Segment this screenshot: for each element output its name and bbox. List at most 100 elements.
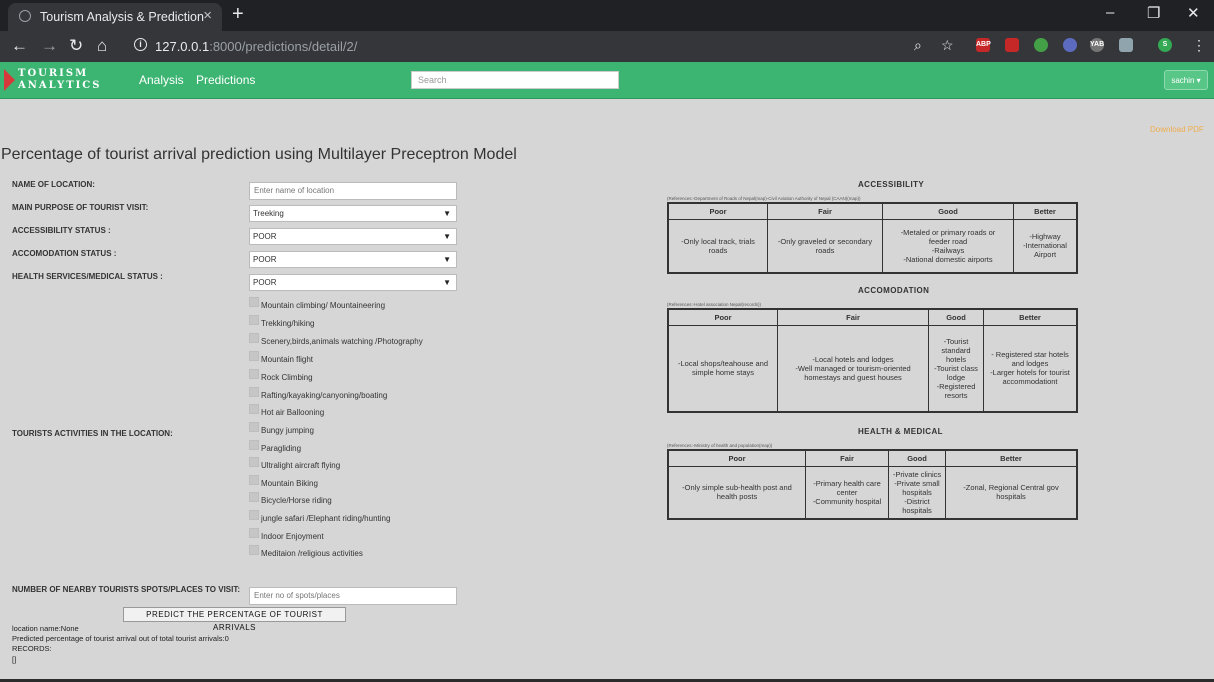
col-header: Fair [767, 202, 883, 220]
activity-checkbox[interactable] [249, 297, 259, 307]
location-label: NAME OF LOCATION: [12, 180, 95, 189]
col-header: Poor [667, 308, 778, 326]
home-icon[interactable]: ⌂ [97, 36, 107, 56]
accomodation-select[interactable]: POOR ▼ [249, 251, 457, 268]
col-header: Fair [777, 308, 929, 326]
result-location: location name:None [12, 624, 79, 633]
col-header: Better [1013, 202, 1078, 220]
table-cell: -Only graveled or secondary roads [767, 219, 883, 273]
activity-label: Scenery,birds,animals watching /Photogra… [261, 337, 423, 346]
new-tab-button[interactable]: + [232, 3, 244, 26]
col-header: Poor [667, 202, 768, 220]
result-records-value: [] [12, 655, 17, 664]
info-icon[interactable]: i [134, 38, 147, 51]
activity-checkbox[interactable] [249, 545, 259, 555]
activity-checkbox[interactable] [249, 457, 259, 467]
activity-checkbox[interactable] [249, 422, 259, 432]
activity-checkbox[interactable] [249, 492, 259, 502]
spots-input[interactable]: Enter no of spots/places [249, 587, 457, 605]
zoom-icon[interactable]: ⌕ [914, 37, 922, 54]
predict-button[interactable]: PREDICT THE PERCENTAGE OF TOURIST ARRIVA… [123, 607, 346, 632]
minimize-button[interactable]: – [1106, 4, 1114, 21]
accessibility-table: Poor Fair Good Better -Only local track,… [667, 202, 1078, 274]
bookmark-star-icon[interactable]: ☆ [941, 37, 954, 54]
table-cell: - Registered star hotels and lodges -Large… [983, 325, 1078, 412]
table-cell: -Zonal, Regional Central gov hospitals [945, 466, 1078, 519]
dropdown-arrow-icon: ▼ [443, 232, 451, 241]
browser-tab[interactable]: Tourism Analysis & Prediction × [8, 3, 222, 31]
page-title: Percentage of tourist arrival prediction… [1, 146, 517, 163]
activity-label: Ultralight aircraft flying [261, 461, 341, 470]
activity-checkbox[interactable] [249, 528, 259, 538]
reload-icon[interactable]: ↻ [69, 36, 83, 56]
logo-line1: TOURISM [18, 68, 89, 79]
col-header: Poor [667, 449, 806, 467]
accomodation-reference: (References:-Hotel association Nepal(rec… [667, 302, 762, 307]
nav-analysis[interactable]: Analysis [139, 73, 184, 87]
extension-yab-icon[interactable]: YAB [1090, 38, 1104, 52]
activity-checkbox[interactable] [249, 440, 259, 450]
extension-blue-icon[interactable] [1063, 38, 1077, 52]
col-header: Good [882, 202, 1014, 220]
table-cell: -Local hotels and lodges -Well managed or… [777, 325, 929, 412]
search-input[interactable]: Search [411, 71, 619, 89]
shield-icon[interactable] [1119, 38, 1133, 52]
accomodation-table: Poor Fair Good Better -Local shops/teaho… [667, 308, 1078, 413]
forward-arrow-icon[interactable]: → [41, 36, 58, 56]
download-pdf-link[interactable]: Download PDF [1150, 125, 1204, 134]
accomodation-title: ACCOMODATION [858, 286, 930, 295]
back-arrow-icon[interactable]: ← [11, 36, 28, 56]
dropdown-arrow-icon: ▼ [443, 255, 451, 264]
purpose-select[interactable]: Treeking ▼ [249, 205, 457, 222]
health-label: HEALTH SERVICES/MEDICAL STATUS : [12, 272, 163, 281]
extension-red-icon[interactable] [1005, 38, 1019, 52]
purpose-label: MAIN PURPOSE OF TOURIST VISIT: [12, 203, 149, 212]
user-menu-button[interactable]: sachin ▾ [1164, 70, 1208, 90]
activity-checkbox[interactable] [249, 369, 259, 379]
accessibility-label: ACCESSIBILITY STATUS : [12, 226, 111, 235]
activity-label: Hot air Ballooning [261, 408, 325, 417]
result-predicted: Predicted percentage of tourist arrival … [12, 634, 229, 643]
activity-checkbox[interactable] [249, 387, 259, 397]
url-text[interactable]: 127.0.0.1:8000/predictions/detail/2/ [155, 39, 357, 54]
browser-toolbar: ← → ↻ ⌂ i 127.0.0.1:8000/predictions/det… [0, 31, 1214, 62]
brand-logo[interactable]: TOURISM ANALYTICS [4, 67, 112, 93]
extension-green-icon[interactable] [1034, 38, 1048, 52]
activity-checkbox[interactable] [249, 404, 259, 414]
nav-predictions[interactable]: Predictions [196, 73, 255, 87]
globe-icon [19, 10, 31, 22]
menu-dots-icon[interactable]: ⋮ [1192, 37, 1206, 54]
health-table: Poor Fair Good Better -Only simple sub-h… [667, 449, 1078, 520]
table-cell: -Only simple sub-health post and health p… [667, 466, 806, 519]
health-select[interactable]: POOR ▼ [249, 274, 457, 291]
activity-checkbox[interactable] [249, 315, 259, 325]
activity-label: Trekking/hiking [261, 319, 315, 328]
activity-checkbox[interactable] [249, 351, 259, 361]
logo-line2: ANALYTICS [18, 80, 102, 91]
browser-tabstrip: Tourism Analysis & Prediction × + – ❐ ✕ [0, 0, 1214, 31]
col-header: Good [888, 449, 946, 467]
activities-label: TOURISTS ACTIVITIES IN THE LOCATION: [12, 429, 173, 438]
location-input[interactable]: Enter name of location [249, 182, 457, 200]
restore-button[interactable]: ❐ [1147, 4, 1160, 22]
adblock-icon[interactable]: ABP [976, 38, 991, 52]
app-navbar: TOURISM ANALYTICS Analysis Predictions S… [0, 62, 1214, 99]
activity-label: Bungy jumping [261, 426, 314, 435]
accomodation-label: ACCOMODATION STATUS : [12, 249, 117, 258]
tab-close-icon[interactable]: × [203, 7, 212, 24]
accessibility-select[interactable]: POOR ▼ [249, 228, 457, 245]
activity-label: Paragliding [261, 444, 302, 453]
activity-checkbox[interactable] [249, 475, 259, 485]
activity-checkbox[interactable] [249, 510, 259, 520]
table-cell: -Metaled or primary roads or feeder road -… [882, 219, 1014, 273]
tab-title: Tourism Analysis & Prediction [40, 10, 204, 24]
col-header: Fair [805, 449, 889, 467]
profile-avatar[interactable]: S [1158, 38, 1172, 52]
activity-label: Rafting/kayaking/canyoning/boating [261, 391, 388, 400]
result-records-label: RECORDS: [12, 644, 52, 653]
dropdown-arrow-icon: ▼ [443, 278, 451, 287]
activity-checkbox[interactable] [249, 333, 259, 343]
close-window-button[interactable]: ✕ [1187, 4, 1200, 22]
table-cell: -Highway -International Airport [1013, 219, 1078, 273]
activity-label: Meditaion /religious activities [261, 549, 363, 558]
